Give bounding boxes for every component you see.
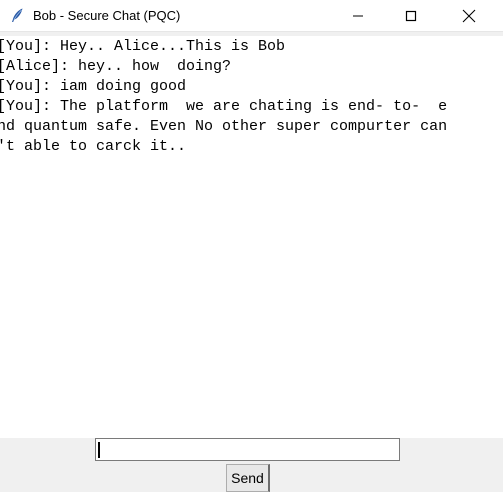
chat-log[interactable]: [You]: Hey.. Alice...This is Bob [Alice]… (0, 36, 503, 438)
close-icon (462, 9, 476, 22)
chat-line: 't able to carck it.. (0, 138, 187, 155)
title-bar[interactable]: Bob - Secure Chat (PQC) (0, 0, 503, 32)
maximize-icon (405, 10, 417, 21)
chat-line: nd quantum safe. Even No other super com… (0, 118, 448, 135)
feather-icon (12, 8, 23, 22)
window-title: Bob - Secure Chat (PQC) (33, 8, 181, 23)
maximize-button[interactable] (388, 0, 434, 31)
chat-line: [You]: The platform we are chating is en… (0, 98, 448, 115)
minimize-button[interactable] (335, 0, 381, 31)
chat-line: [You]: Hey.. Alice...This is Bob (0, 38, 286, 55)
message-input[interactable] (95, 438, 400, 461)
close-button[interactable] (446, 0, 492, 31)
chat-line: [Alice]: hey.. how doing? (0, 58, 232, 75)
minimize-icon (353, 15, 363, 16)
text-caret (98, 442, 100, 458)
chat-line: [You]: iam doing good (0, 78, 187, 95)
send-button[interactable]: Send (226, 464, 270, 492)
chat-window: Bob - Secure Chat (PQC) [You]: Hey.. Ali… (0, 0, 503, 492)
